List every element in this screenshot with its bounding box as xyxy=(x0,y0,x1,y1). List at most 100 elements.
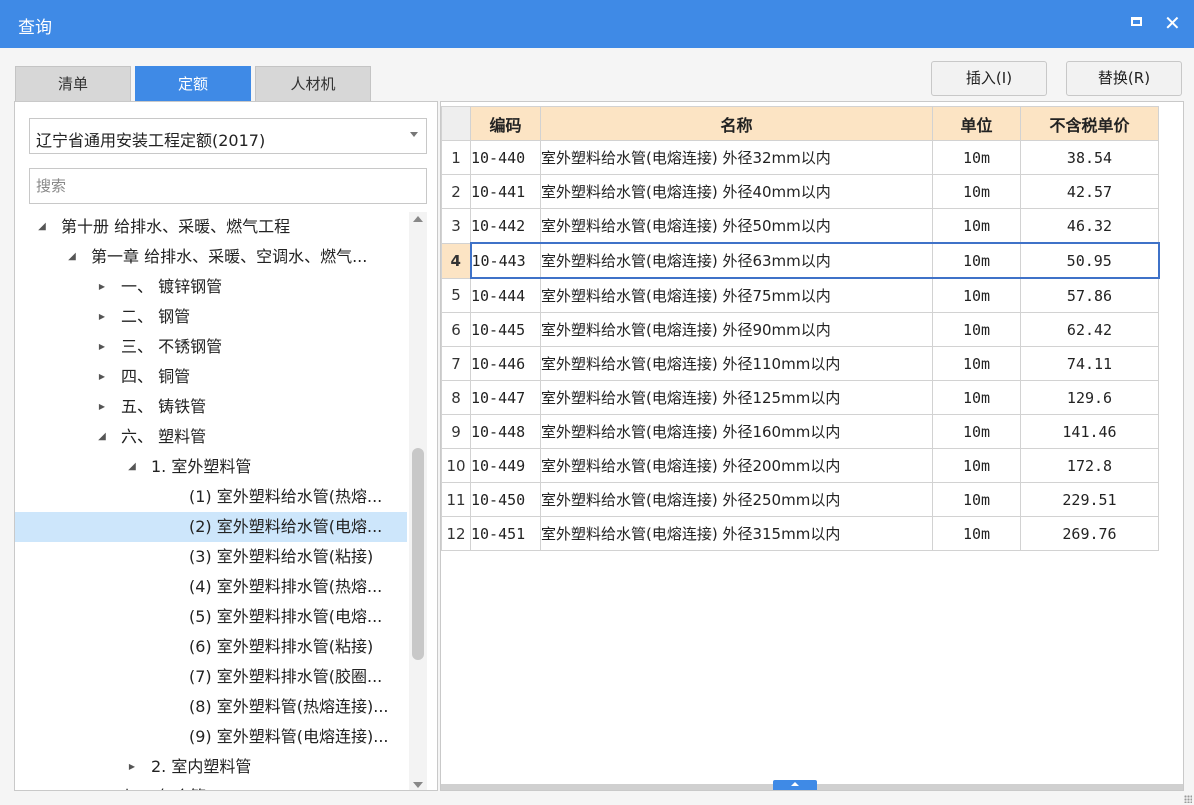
row-number-header[interactable] xyxy=(441,106,471,141)
code-cell[interactable]: 10-449 xyxy=(470,448,541,483)
collapsed-arrow-icon[interactable]: ▶ xyxy=(95,272,109,302)
unit-cell[interactable]: 10m xyxy=(932,346,1021,381)
table-row[interactable]: 5 10-444 室外塑料给水管(电熔连接) 外径75mm以内 10m 57.86 xyxy=(441,277,1159,313)
unit-cell[interactable]: 10m xyxy=(932,242,1021,279)
code-cell[interactable]: 10-446 xyxy=(470,346,541,381)
expanded-arrow-icon[interactable]: ◢ xyxy=(125,452,139,482)
tree-node[interactable]: (6) 室外塑料排水管(粘接) xyxy=(15,632,407,662)
price-cell[interactable]: 172.8 xyxy=(1020,448,1159,483)
close-button[interactable]: ✕ xyxy=(1160,10,1186,36)
unit-cell[interactable]: 10m xyxy=(932,448,1021,483)
column-header-unit[interactable]: 单位 xyxy=(932,106,1021,141)
name-cell[interactable]: 室外塑料给水管(电熔连接) 外径50mm以内 xyxy=(540,208,933,244)
tree-node[interactable]: ▶ 2. 室内塑料管 xyxy=(15,752,407,782)
price-cell[interactable]: 46.32 xyxy=(1020,208,1159,244)
table-row[interactable]: 6 10-445 室外塑料给水管(电熔连接) 外径90mm以内 10m 62.42 xyxy=(441,312,1159,347)
table-row[interactable]: 9 10-448 室外塑料给水管(电熔连接) 外径160mm以内 10m 141.46 xyxy=(441,414,1159,449)
tree-node[interactable]: ◢ 六、 塑料管 xyxy=(15,422,407,452)
resize-grip-icon[interactable] xyxy=(1184,795,1192,803)
collapsed-arrow-icon[interactable]: ▶ xyxy=(95,332,109,362)
code-cell[interactable]: 10-442 xyxy=(470,208,541,244)
column-header-name[interactable]: 名称 xyxy=(540,106,933,141)
name-cell[interactable]: 室外塑料给水管(电熔连接) 外径40mm以内 xyxy=(540,174,933,209)
unit-cell[interactable]: 10m xyxy=(932,414,1021,449)
unit-cell[interactable]: 10m xyxy=(932,482,1021,517)
unit-cell[interactable]: 10m xyxy=(932,516,1021,551)
column-header-code[interactable]: 编码 xyxy=(470,106,541,141)
tree-node[interactable]: (5) 室外塑料排水管(电熔... xyxy=(15,602,407,632)
code-cell[interactable]: 10-440 xyxy=(470,140,541,175)
row-number-cell[interactable]: 9 xyxy=(441,414,471,449)
row-number-cell[interactable]: 6 xyxy=(441,312,471,347)
scroll-down-icon[interactable] xyxy=(413,782,423,788)
collapsed-arrow-icon[interactable]: ▶ xyxy=(95,302,109,332)
row-number-cell[interactable]: 11 xyxy=(441,482,471,517)
tree-node[interactable]: ▶ 二、 钢管 xyxy=(15,302,407,332)
name-cell[interactable]: 室外塑料给水管(电熔连接) 外径250mm以内 xyxy=(540,482,933,517)
name-cell[interactable]: 室外塑料给水管(电熔连接) 外径90mm以内 xyxy=(540,312,933,347)
tree-node[interactable]: ▶ 三、 不锈钢管 xyxy=(15,332,407,362)
price-cell[interactable]: 129.6 xyxy=(1020,380,1159,415)
column-header-price[interactable]: 不含税单价 xyxy=(1020,106,1159,141)
expanded-arrow-icon[interactable]: ◢ xyxy=(65,242,79,272)
table-row[interactable]: 10 10-449 室外塑料给水管(电熔连接) 外径200mm以内 10m 172.8 xyxy=(441,448,1159,483)
tree-node[interactable]: ◢ 第一章 给排水、采暖、空调水、燃气... xyxy=(15,242,407,272)
row-number-cell[interactable]: 3 xyxy=(441,208,471,244)
unit-cell[interactable]: 10m xyxy=(932,208,1021,244)
table-row[interactable]: 2 10-441 室外塑料给水管(电熔连接) 外径40mm以内 10m 42.57 xyxy=(441,174,1159,209)
tree-node[interactable]: ▶ 四、 铜管 xyxy=(15,362,407,392)
code-cell[interactable]: 10-450 xyxy=(470,482,541,517)
code-cell[interactable]: 10-447 xyxy=(470,380,541,415)
row-number-cell[interactable]: 7 xyxy=(441,346,471,381)
name-cell[interactable]: 室外塑料给水管(电熔连接) 外径63mm以内 xyxy=(540,242,933,279)
name-cell[interactable]: 室外塑料给水管(电熔连接) 外径315mm以内 xyxy=(540,516,933,551)
price-cell[interactable]: 57.86 xyxy=(1020,277,1159,313)
name-cell[interactable]: 室外塑料给水管(电熔连接) 外径32mm以内 xyxy=(540,140,933,175)
scroll-expand-icon[interactable] xyxy=(773,780,817,790)
table-row[interactable]: 3 10-442 室外塑料给水管(电熔连接) 外径50mm以内 10m 46.32 xyxy=(441,208,1159,244)
name-cell[interactable]: 室外塑料给水管(电熔连接) 外径200mm以内 xyxy=(540,448,933,483)
unit-cell[interactable]: 10m xyxy=(932,380,1021,415)
code-cell[interactable]: 10-448 xyxy=(470,414,541,449)
tree-node[interactable]: ◢ 第十册 给排水、采暖、燃气工程 xyxy=(15,212,407,242)
expanded-arrow-icon[interactable]: ◢ xyxy=(95,422,109,452)
tree-node[interactable]: ◢ 1. 室外塑料管 xyxy=(15,452,407,482)
code-cell[interactable]: 10-445 xyxy=(470,312,541,347)
tree-scrollbar[interactable] xyxy=(409,212,427,790)
expanded-arrow-icon[interactable]: ◢ xyxy=(35,212,49,242)
unit-cell[interactable]: 10m xyxy=(932,312,1021,347)
unit-cell[interactable]: 10m xyxy=(932,140,1021,175)
price-cell[interactable]: 62.42 xyxy=(1020,312,1159,347)
table-row[interactable]: 12 10-451 室外塑料给水管(电熔连接) 外径315mm以内 10m 269.76 xyxy=(441,516,1159,551)
insert-button[interactable]: 插入(I) xyxy=(931,61,1047,96)
tree-node[interactable]: (9) 室外塑料管(电熔连接)... xyxy=(15,722,407,752)
code-cell[interactable]: 10-451 xyxy=(470,516,541,551)
tree-node[interactable]: (7) 室外塑料排水管(胶圈... xyxy=(15,662,407,692)
row-number-cell[interactable]: 8 xyxy=(441,380,471,415)
tree-node[interactable]: ▶ 五、 铸铁管 xyxy=(15,392,407,422)
row-number-cell[interactable]: 1 xyxy=(441,140,471,175)
price-cell[interactable]: 229.51 xyxy=(1020,482,1159,517)
tree-node[interactable]: (3) 室外塑料给水管(粘接) xyxy=(15,542,407,572)
scroll-up-icon[interactable] xyxy=(413,216,423,222)
collapsed-arrow-icon[interactable]: ▶ xyxy=(125,752,139,782)
table-row[interactable]: 4 10-443 室外塑料给水管(电熔连接) 外径63mm以内 10m 50.95 xyxy=(441,242,1160,279)
tree-node[interactable]: (4) 室外塑料排水管(热熔... xyxy=(15,572,407,602)
tab-bill[interactable]: 清单 xyxy=(15,66,131,101)
name-cell[interactable]: 室外塑料给水管(电熔连接) 外径160mm以内 xyxy=(540,414,933,449)
maximize-button[interactable] xyxy=(1124,10,1150,36)
row-number-cell[interactable]: 10 xyxy=(441,448,471,483)
table-row[interactable]: 11 10-450 室外塑料给水管(电熔连接) 外径250mm以内 10m 229.51 xyxy=(441,482,1159,517)
row-number-cell[interactable]: 12 xyxy=(441,516,471,551)
code-cell[interactable]: 10-441 xyxy=(470,174,541,209)
tab-labor-material-machine[interactable]: 人材机 xyxy=(255,66,371,101)
name-cell[interactable]: 室外塑料给水管(电熔连接) 外径110mm以内 xyxy=(540,346,933,381)
price-cell[interactable]: 50.95 xyxy=(1020,242,1160,279)
price-cell[interactable]: 141.46 xyxy=(1020,414,1159,449)
quota-library-select[interactable]: 辽宁省通用安装工程定额(2017) xyxy=(29,118,427,154)
tree-node[interactable]: ▶ 一、 镀锌钢管 xyxy=(15,272,407,302)
collapsed-arrow-icon[interactable]: ▶ xyxy=(95,362,109,392)
collapsed-arrow-icon[interactable]: ▶ xyxy=(95,782,109,790)
unit-cell[interactable]: 10m xyxy=(932,174,1021,209)
table-row[interactable]: 8 10-447 室外塑料给水管(电熔连接) 外径125mm以内 10m 129.6 xyxy=(441,380,1159,415)
